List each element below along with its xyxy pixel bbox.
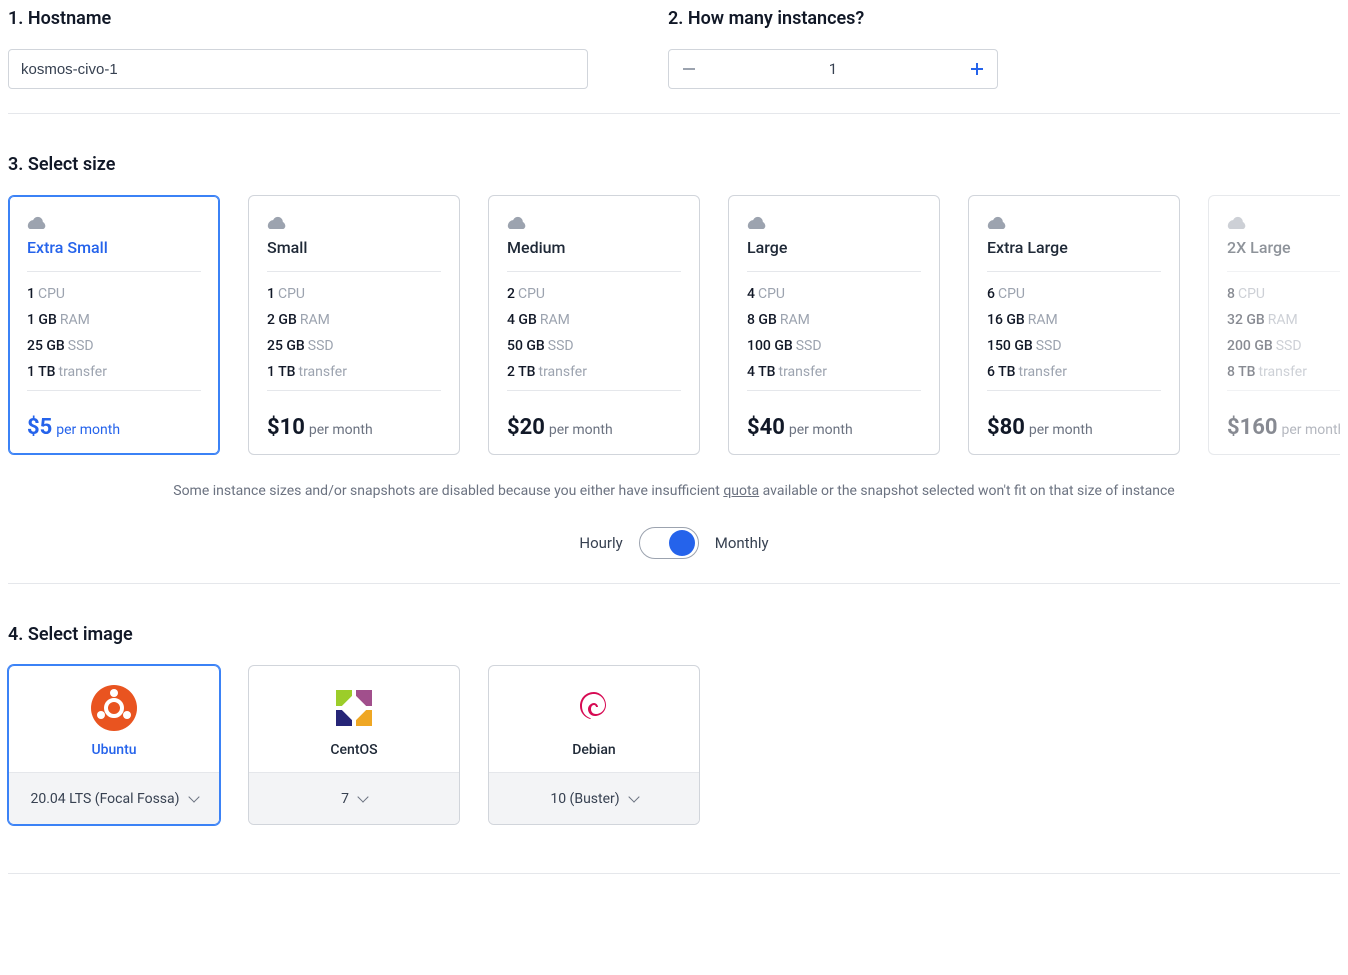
- cloud-icon: [507, 214, 527, 228]
- size-card-2x-large: 2X Large8CPU32 GBRAM200 GBSSD8 TBtransfe…: [1208, 195, 1340, 455]
- price-value: $20: [507, 415, 545, 440]
- instances-decrement-button[interactable]: [669, 50, 709, 88]
- image-name: CentOS: [330, 742, 377, 758]
- chevron-down-icon: [188, 791, 199, 802]
- ubuntu-logo-icon: [90, 684, 138, 732]
- billing-toggle[interactable]: [639, 527, 699, 559]
- instances-value: 1: [709, 60, 957, 78]
- size-card-extra-small[interactable]: Extra Small1CPU1 GBRAM25 GBSSD1 TBtransf…: [8, 195, 220, 455]
- size-name: Small: [267, 238, 441, 257]
- price-value: $160: [1227, 415, 1278, 440]
- image-version-label: 10 (Buster): [550, 791, 619, 807]
- image-card-ubuntu[interactable]: Ubuntu 20.04 LTS (Focal Fossa): [8, 665, 220, 825]
- size-card-large[interactable]: Large4CPU8 GBRAM100 GBSSD4 TBtransfer$40…: [728, 195, 940, 455]
- cloud-icon: [27, 214, 47, 228]
- quota-link[interactable]: quota: [723, 483, 759, 499]
- image-version-selector[interactable]: 7: [249, 772, 459, 824]
- monthly-label: Monthly: [715, 534, 769, 552]
- toggle-knob: [669, 530, 695, 556]
- price-value: $5: [27, 415, 52, 440]
- size-card-small[interactable]: Small1CPU2 GBRAM25 GBSSD1 TBtransfer$10p…: [248, 195, 460, 455]
- image-name: Debian: [572, 742, 615, 758]
- image-heading: 4. Select image: [8, 624, 1340, 645]
- image-version-selector[interactable]: 20.04 LTS (Focal Fossa): [9, 772, 219, 824]
- size-name: Extra Large: [987, 238, 1161, 257]
- size-name: Extra Small: [27, 238, 201, 257]
- cloud-icon: [1227, 214, 1247, 228]
- divider: [8, 873, 1340, 874]
- size-name: Large: [747, 238, 921, 257]
- size-heading: 3. Select size: [8, 154, 1340, 175]
- hostname-heading: 1. Hostname: [8, 8, 588, 29]
- size-card-medium[interactable]: Medium2CPU4 GBRAM50 GBSSD2 TBtransfer$20…: [488, 195, 700, 455]
- image-version-label: 20.04 LTS (Focal Fossa): [30, 791, 179, 807]
- image-version-selector[interactable]: 10 (Buster): [489, 772, 699, 824]
- chevron-down-icon: [357, 791, 368, 802]
- image-card-debian[interactable]: Debian 10 (Buster): [488, 665, 700, 825]
- price-value: $40: [747, 415, 785, 440]
- image-card-centos[interactable]: CentOS 7: [248, 665, 460, 825]
- instances-stepper: 1: [668, 49, 998, 89]
- centos-logo-icon: [330, 684, 378, 732]
- instances-heading: 2. How many instances?: [668, 8, 1340, 29]
- quota-note: Some instance sizes and/or snapshots are…: [8, 483, 1340, 499]
- instances-increment-button[interactable]: [957, 50, 997, 88]
- hourly-label: Hourly: [579, 534, 622, 552]
- size-name: Medium: [507, 238, 681, 257]
- size-name: 2X Large: [1227, 238, 1340, 257]
- debian-logo-icon: [570, 684, 618, 732]
- image-name: Ubuntu: [91, 742, 136, 758]
- price-value: $10: [267, 415, 305, 440]
- price-value: $80: [987, 415, 1025, 440]
- divider: [8, 583, 1340, 584]
- hostname-input[interactable]: [8, 49, 588, 89]
- cloud-icon: [267, 214, 287, 228]
- chevron-down-icon: [628, 791, 639, 802]
- size-card-extra-large[interactable]: Extra Large6CPU16 GBRAM150 GBSSD6 TBtran…: [968, 195, 1180, 455]
- minus-icon: [683, 68, 695, 70]
- cloud-icon: [987, 214, 1007, 228]
- plus-icon: [971, 63, 983, 75]
- divider: [8, 113, 1340, 114]
- cloud-icon: [747, 214, 767, 228]
- image-version-label: 7: [341, 791, 349, 807]
